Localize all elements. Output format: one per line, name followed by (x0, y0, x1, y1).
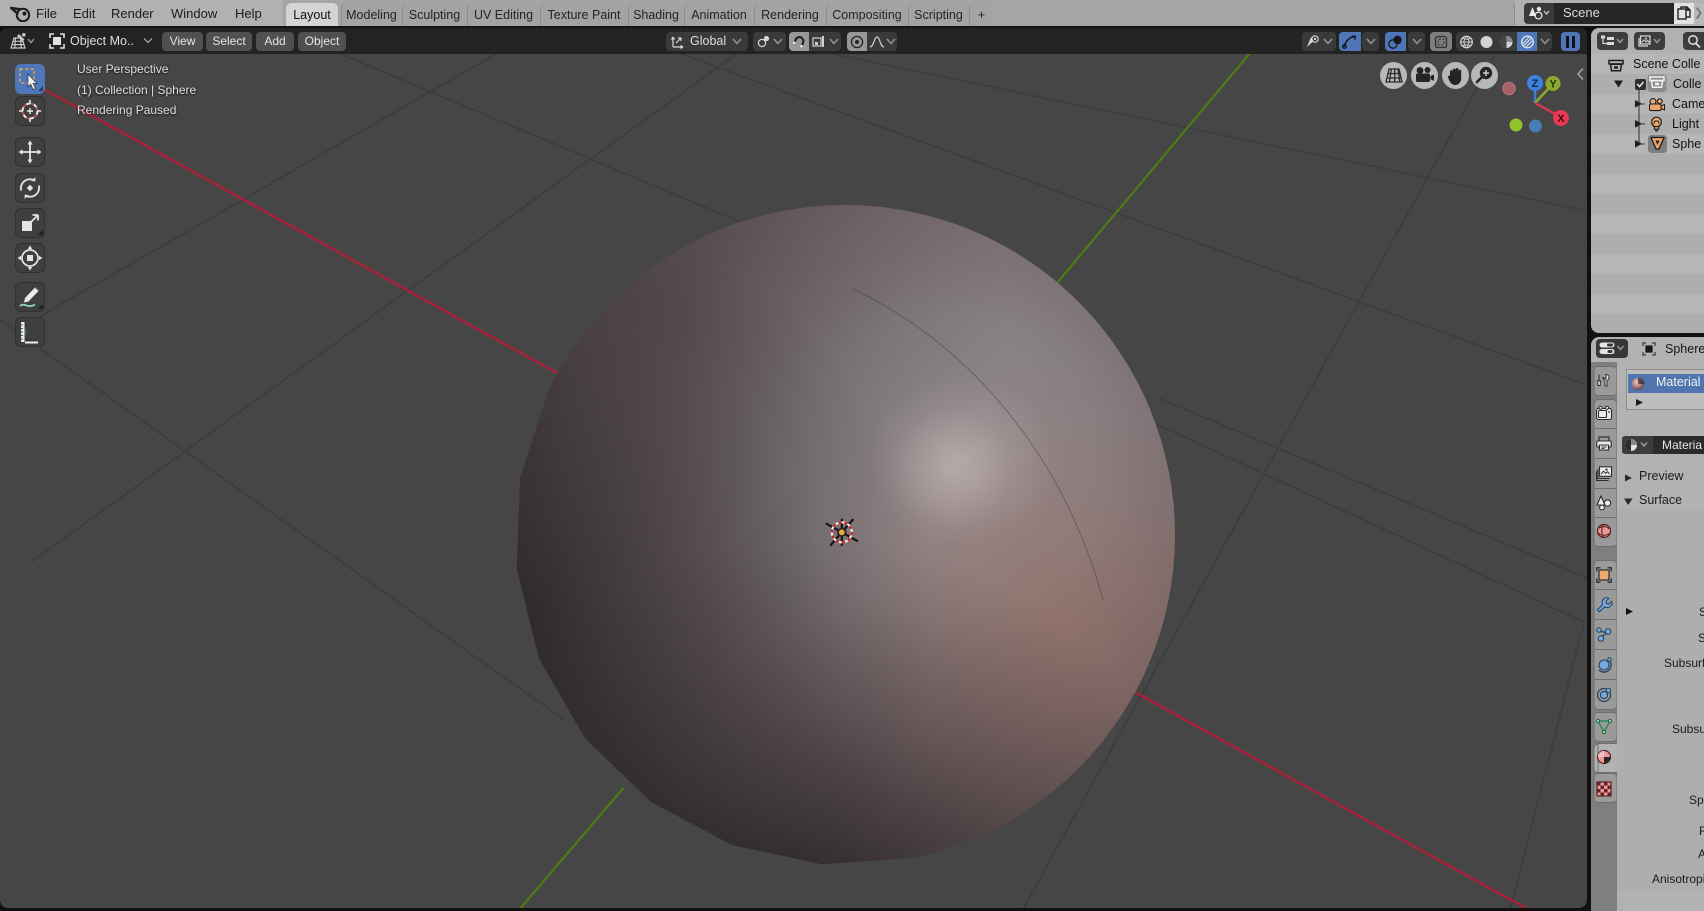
svg-text:X: X (1557, 113, 1565, 125)
svg-text:Y: Y (1549, 79, 1557, 91)
svg-text:Z: Z (1532, 78, 1539, 90)
